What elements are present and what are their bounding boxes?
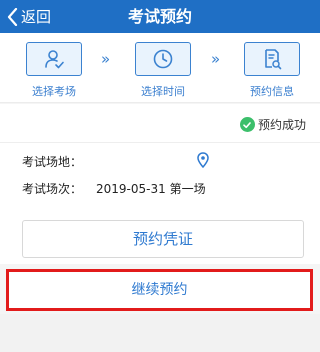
back-label: 返回 xyxy=(21,8,52,26)
continue-booking-button[interactable]: 继续预约 xyxy=(9,272,310,308)
step-label-time: 选择时间 xyxy=(141,85,185,98)
venue-label: 考试场地： xyxy=(22,155,83,169)
step-label-venue: 选择考场 xyxy=(32,85,76,98)
location-pin-icon[interactable] xyxy=(197,152,209,168)
step-arrow-2: » xyxy=(211,50,220,68)
step-select-venue[interactable] xyxy=(26,42,82,76)
session-row: 考试场次： 2019-05-31 第一场 xyxy=(22,180,206,197)
divider xyxy=(0,142,320,143)
session-label: 考试场次： xyxy=(22,182,83,196)
status-text: 预约成功 xyxy=(257,118,306,132)
person-check-icon xyxy=(45,50,64,69)
venue-row: 考试场地： xyxy=(22,153,96,170)
session-value: 2019-05-31 第一场 xyxy=(96,182,206,196)
step-select-time[interactable] xyxy=(135,42,191,76)
step-booking-info[interactable] xyxy=(244,42,300,76)
check-circle-icon xyxy=(239,117,255,132)
clock-icon xyxy=(153,49,173,69)
booking-voucher-button[interactable]: 预约凭证 xyxy=(22,220,304,258)
step-arrow-1: » xyxy=(101,50,110,68)
status-badge: 预约成功 xyxy=(239,116,306,133)
continue-booking-highlight: 继续预约 xyxy=(6,269,313,311)
chevron-left-icon xyxy=(7,7,18,26)
bottom-area xyxy=(0,314,320,352)
step-indicator: 选择考场 » 选择时间 » 预约信息 xyxy=(0,33,320,103)
top-bar: 返回 考试预约 xyxy=(0,0,320,33)
document-search-icon xyxy=(265,49,282,70)
step-label-info: 预约信息 xyxy=(250,85,294,98)
back-button[interactable]: 返回 xyxy=(6,0,51,33)
